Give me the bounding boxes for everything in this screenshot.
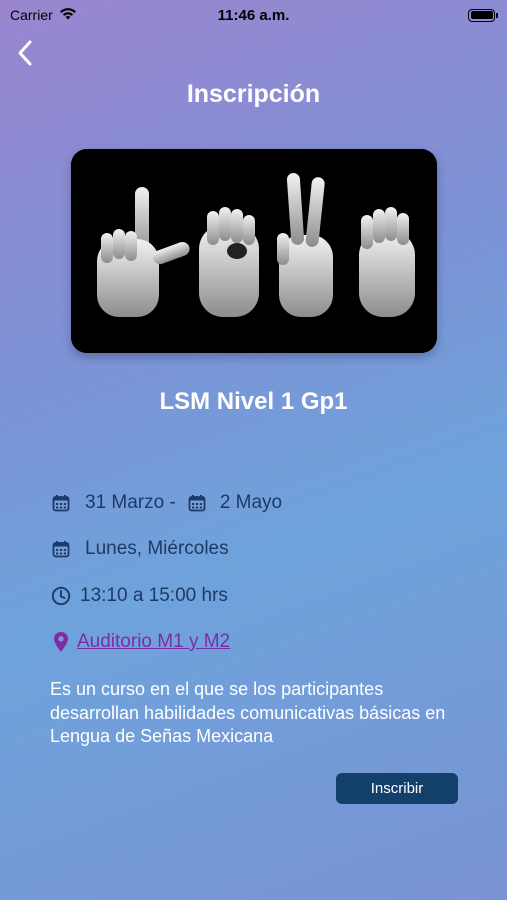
status-bar: Carrier 11:46 a.m. — [0, 0, 507, 30]
course-description: Es un curso en el que se los participant… — [50, 679, 446, 746]
status-left: Carrier — [10, 7, 77, 23]
battery-icon — [468, 8, 498, 22]
clock-icon — [50, 585, 72, 607]
map-pin-icon — [50, 631, 72, 653]
course-image — [71, 149, 437, 353]
start-date: 31 Marzo - — [85, 492, 176, 513]
course-dates: 31 Marzo - 2 Mayo — [50, 492, 282, 514]
course-days: Lunes, Miércoles — [50, 538, 229, 560]
course-schedule: 13:10 a 15:00 hrs — [50, 585, 228, 607]
course-name: LSM Nivel 1 Gp1 — [159, 388, 348, 415]
location-link[interactable]: Auditorio M1 y M2 — [77, 631, 230, 653]
calendar-icon — [186, 492, 208, 514]
page-title: Inscripción — [186, 80, 321, 108]
chevron-left-icon — [18, 40, 32, 66]
carrier-label: Carrier — [10, 7, 53, 23]
calendar-icon — [50, 492, 72, 514]
hands-spelling-lsm-photo — [71, 149, 437, 353]
days-label: Lunes, Miércoles — [85, 538, 229, 559]
battery-level-fill — [470, 11, 493, 19]
wifi-icon — [59, 7, 77, 23]
calendar-icon — [50, 538, 72, 560]
back-button[interactable] — [10, 38, 40, 68]
enroll-button[interactable]: Inscribir — [336, 773, 458, 804]
course-location: Auditorio M1 y M2 — [50, 631, 230, 653]
schedule-label: 13:10 a 15:00 hrs — [80, 585, 228, 606]
end-date: 2 Mayo — [219, 492, 283, 513]
